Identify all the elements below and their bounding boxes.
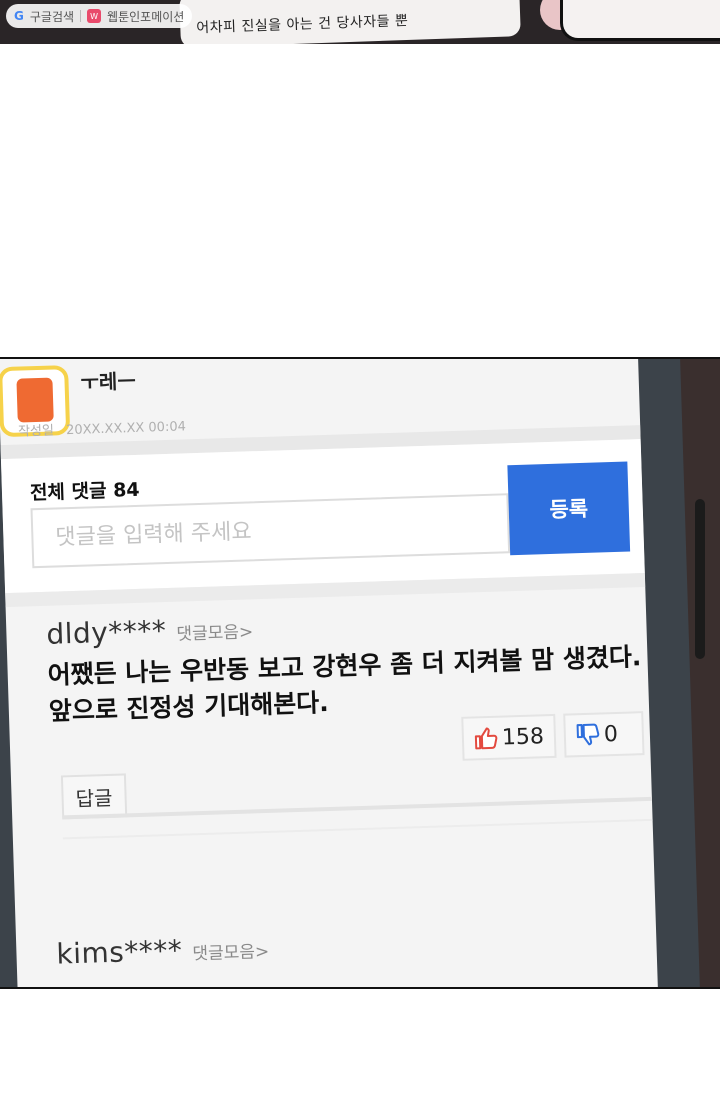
thumbs-up-icon <box>474 726 499 751</box>
webtoon-badge-icon: W <box>87 9 102 23</box>
comment-compose: 전체 댓글 84 등록 <box>0 439 645 594</box>
phone-screen: ㅜ레ㅡ 작성일 20XX.XX.XX 00:04 전체 댓글 84 등록 dld… <box>0 359 659 987</box>
watermark-search-label: 구글검색 <box>29 9 75 24</box>
register-button[interactable]: 등록 <box>507 461 631 556</box>
post-date: 작성일 20XX.XX.XX 00:04 <box>18 415 186 439</box>
watermark: G 구글검색 W 웹툰인포메이션 <box>6 4 193 28</box>
comment-item: kims**** 댓글모음> <box>16 919 659 987</box>
caption-text: 어차피 진실을 아는 건 당사자들 뿐 <box>196 12 409 37</box>
date-value: 20XX.XX.XX 00:04 <box>65 419 187 439</box>
comment-collection-link[interactable]: 댓글모음> <box>192 937 269 964</box>
logo-text-partial: ㅜ레ㅡ <box>80 368 137 395</box>
comment-header: dldy**** 댓글모음> <box>45 611 254 651</box>
thumbs-down-icon <box>576 722 601 747</box>
comment-username: dldy**** <box>45 614 167 651</box>
dislike-count: 0 <box>603 721 619 747</box>
dislike-button[interactable]: 0 <box>563 711 645 758</box>
comment-input-wrapper <box>30 493 511 569</box>
comment-input[interactable] <box>32 495 509 567</box>
date-label: 작성일 <box>17 423 55 440</box>
logo-mark <box>16 377 54 423</box>
comment-header: kims**** 댓글모음> <box>56 931 270 971</box>
comment-collection-link[interactable]: 댓글모음> <box>176 617 253 644</box>
like-count: 158 <box>501 723 545 751</box>
comment-username: kims**** <box>55 933 183 971</box>
panel-frame <box>560 0 720 41</box>
watermark-site-label: 웹툰인포메이션 <box>107 9 185 24</box>
comment-divider <box>62 818 659 840</box>
comment-item: dldy**** 댓글모음> 어쨌든 나는 우반동 보고 강현우 좀 더 지켜볼… <box>6 599 652 820</box>
google-icon: G <box>14 9 24 23</box>
previous-panel-strip: 어차피 진실을 아는 건 당사자들 뿐 G 구글검색 W 웹툰인포메이션 <box>0 0 720 44</box>
phone-panel: ㅜ레ㅡ 작성일 20XX.XX.XX 00:04 전체 댓글 84 등록 dld… <box>0 357 720 989</box>
total-comments-label: 전체 댓글 84 <box>29 478 140 505</box>
reply-button[interactable]: 답글 <box>60 773 128 820</box>
watermark-separator <box>80 10 82 22</box>
comment-votes: 158 0 <box>461 711 645 761</box>
phone-side-button <box>695 499 705 659</box>
caption-card: 어차피 진실을 아는 건 당사자들 뿐 <box>179 0 521 44</box>
like-button[interactable]: 158 <box>461 713 557 761</box>
